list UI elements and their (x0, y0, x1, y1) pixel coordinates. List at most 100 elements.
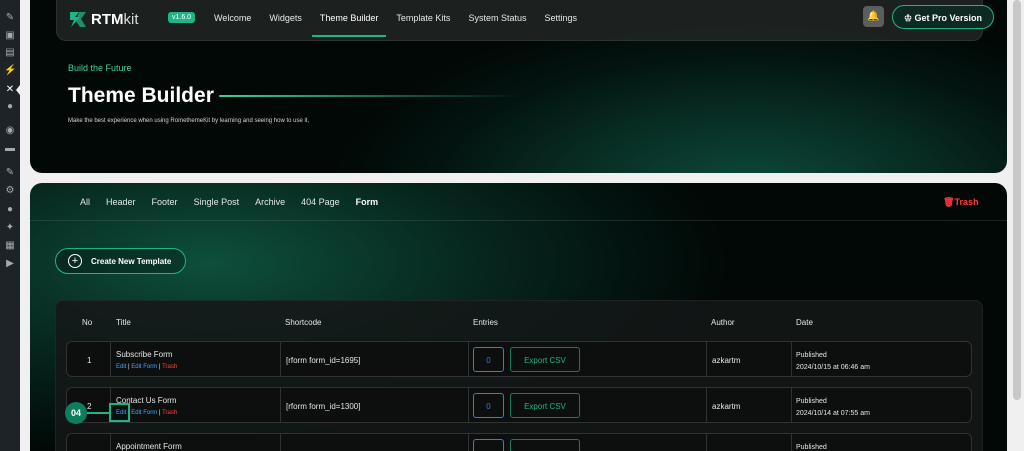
menu-system-status[interactable]: System Status (468, 13, 526, 23)
plugins-icon[interactable]: ⚙ (4, 185, 16, 197)
pages-icon[interactable]: ▤ (4, 47, 16, 59)
export-csv-button[interactable]: Export CSV (510, 393, 580, 418)
row-status: Published (796, 398, 827, 405)
row-divider (791, 388, 792, 422)
media-icon[interactable]: ▣ (4, 30, 16, 42)
col-date: Date (796, 318, 813, 327)
row-divider (791, 434, 792, 451)
entries-count-button[interactable] (473, 439, 504, 451)
tab-single-post[interactable]: Single Post (194, 197, 240, 207)
row-divider (280, 434, 281, 451)
tools-icon[interactable]: ✦ (4, 222, 16, 234)
row-author: azkartm (712, 356, 741, 365)
row-number: 1 (87, 356, 92, 365)
tab-form[interactable]: Form (356, 197, 379, 207)
tab-archive[interactable]: Archive (255, 197, 285, 207)
row-divider (706, 342, 707, 376)
row-date: 2024/10/15 at 06:46 am (796, 364, 870, 371)
row-status: Published (796, 444, 827, 451)
row-divider (110, 434, 111, 451)
trash-label: Trash (954, 197, 979, 207)
top-nav: RTMkit v1.6.0 Welcome Widgets Theme Buil… (56, 0, 994, 41)
notification-bell-icon[interactable]: 🔔 (863, 6, 884, 27)
feedback-icon[interactable]: ⚡ (4, 65, 16, 77)
row-number: 2 (87, 402, 92, 411)
step-connector (87, 412, 109, 414)
row-title: Subscribe Form (116, 350, 173, 359)
plus-circle-icon: + (68, 254, 82, 268)
row-author: azkartm (712, 402, 741, 411)
trash-row-link[interactable]: Trash (162, 364, 177, 370)
forms-table: No Title Shortcode Entries Author Date 1… (55, 300, 983, 451)
templates-panel: All Header Footer Single Post Archive 40… (30, 183, 1007, 451)
trash-icon: 🗑 (943, 197, 955, 207)
elementor-icon[interactable]: ◉ (4, 125, 16, 137)
users-icon[interactable]: ● (4, 204, 16, 216)
table-row: Appointment Form Published (66, 433, 972, 451)
export-csv-button[interactable]: Export CSV (510, 347, 580, 372)
row-date: 2024/10/14 at 07:55 am (796, 410, 870, 417)
main-menu: Welcome Widgets Theme Builder Template K… (214, 13, 595, 37)
menu-theme-builder[interactable]: Theme Builder (311, 13, 386, 37)
table-row: 2 Contact Us Form Edit | Edit Form | Tra… (66, 387, 972, 423)
rtmkit-logo[interactable]: RTMkit (69, 11, 139, 28)
col-title: Title (116, 318, 131, 327)
step-highlight-box (109, 403, 130, 422)
appearance-icon[interactable]: ✎ (4, 167, 16, 179)
get-pro-label: Get Pro Version (914, 13, 983, 23)
collapse-icon[interactable]: ▶ (4, 258, 16, 270)
tab-footer[interactable]: Footer (152, 197, 178, 207)
edit-form-link[interactable]: Edit Form (131, 410, 157, 416)
edit-form-link[interactable]: Edit Form (131, 364, 157, 370)
create-label: Create New Template (91, 257, 172, 266)
scrollbar[interactable] (1008, 0, 1024, 451)
scrollbar-thumb[interactable] (1013, 0, 1021, 400)
menu-template-kits[interactable]: Template Kits (396, 13, 450, 23)
menu-welcome[interactable]: Welcome (214, 13, 251, 23)
crown-icon: ♔ (903, 13, 915, 23)
edit-link[interactable]: Edit (116, 364, 126, 370)
row-divider (791, 342, 792, 376)
tab-header[interactable]: Header (106, 197, 136, 207)
row-actions: Edit | Edit Form | Trash (116, 364, 178, 370)
menu-widgets[interactable]: Widgets (269, 13, 302, 23)
row-divider (468, 434, 469, 451)
entries-count-button[interactable]: 0 (473, 347, 504, 372)
row-divider (110, 342, 111, 376)
comments-icon[interactable]: ● (4, 101, 16, 113)
col-author: Author (711, 318, 735, 327)
tab-404-page[interactable]: 404 Page (301, 197, 340, 207)
row-divider (706, 388, 707, 422)
settings-icon[interactable]: ▦ (4, 240, 16, 252)
trash-link[interactable]: 🗑Trash (943, 197, 978, 208)
get-pro-button[interactable]: ♔ Get Pro Version (892, 5, 994, 29)
hero-description: Make the best experience when using Rome… (68, 118, 310, 124)
page-title: Theme Builder (68, 84, 214, 107)
version-badge: v1.6.0 (168, 12, 196, 23)
templates-icon[interactable]: ▬ (4, 143, 16, 155)
rtmkit-icon[interactable]: ✕ (4, 84, 16, 96)
hero-tagline: Build the Future (68, 63, 132, 73)
export-csv-button[interactable] (510, 439, 580, 451)
tab-all[interactable]: All (80, 197, 90, 207)
row-divider (280, 388, 281, 422)
row-divider (468, 388, 469, 422)
entries-count-button[interactable]: 0 (473, 393, 504, 418)
menu-settings[interactable]: Settings (544, 13, 577, 23)
create-new-template-button[interactable]: + Create New Template (55, 248, 186, 274)
pin-icon[interactable]: ✎ (4, 12, 16, 24)
row-status: Published (796, 352, 827, 359)
template-type-tabs: All Header Footer Single Post Archive 40… (80, 197, 394, 207)
wp-admin-sidebar: ✎ ▣ ▤ ⚡ ✕ ● ◉ ▬ ✎ ⚙ ● ✦ ▦ ▶ (0, 0, 20, 451)
table-row: 1 Subscribe Form Edit | Edit Form | Tras… (66, 341, 972, 377)
col-no: No (82, 318, 93, 327)
trash-row-link[interactable]: Trash (162, 410, 177, 416)
active-menu-notch (16, 85, 20, 95)
row-shortcode: [rform form_id=1300] (286, 402, 361, 411)
row-divider (280, 342, 281, 376)
col-entries: Entries (473, 318, 498, 327)
title-underline (219, 95, 519, 97)
row-divider (706, 434, 707, 451)
step-marker: 04 (65, 402, 87, 424)
row-divider (468, 342, 469, 376)
